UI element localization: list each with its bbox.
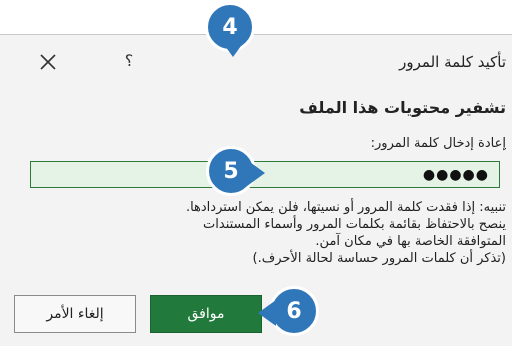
callout-number: 6 [286, 298, 302, 324]
callout-pointer [258, 300, 276, 326]
close-icon[interactable] [36, 50, 60, 74]
cancel-button[interactable]: إلغاء الأمر [14, 295, 136, 333]
callout-pointer [247, 160, 265, 186]
ok-button[interactable]: موافق [150, 295, 262, 333]
reenter-password-label: إعادة إدخال كلمة المرور: [371, 136, 506, 151]
password-input[interactable]: ●●●●● [30, 161, 500, 188]
label-text: عادة إدخال كلمة المرور: [370, 136, 503, 151]
step-callout-5: 5 [206, 146, 265, 196]
warning-line-3: المتوافقة الخاصة بها في مكان آمن. [315, 234, 506, 249]
warning-line-4: (تذكر أن كلمات المرور حساسة لحالة الأحرف… [252, 251, 506, 266]
callout-number: 5 [223, 158, 239, 184]
callout-pointer [220, 39, 246, 57]
warning-line-1: تنبيه: إذا فقدت كلمة المرور أو نسيتها، ف… [185, 200, 506, 215]
callout-number: 4 [222, 14, 238, 40]
warning-line-2: ينصح بالاحتفاظ بقائمة بكلمات المرور وأسم… [203, 217, 506, 232]
warning-text: تنبيه: إذا فقدت كلمة المرور أو نسيتها، ف… [16, 199, 506, 267]
step-callout-6: 6 [258, 286, 319, 336]
step-callout-4: 4 [205, 2, 255, 57]
label-accelerator: إ [502, 136, 506, 151]
help-button[interactable]: ؟ [118, 49, 140, 73]
dialog-heading: تشفير محتويات هذا الملف [299, 98, 506, 117]
dialog-title: تأكيد كلمة المرور [399, 53, 506, 71]
confirm-password-dialog: تأكيد كلمة المرور ؟ تشفير محتويات هذا ال… [0, 34, 512, 346]
